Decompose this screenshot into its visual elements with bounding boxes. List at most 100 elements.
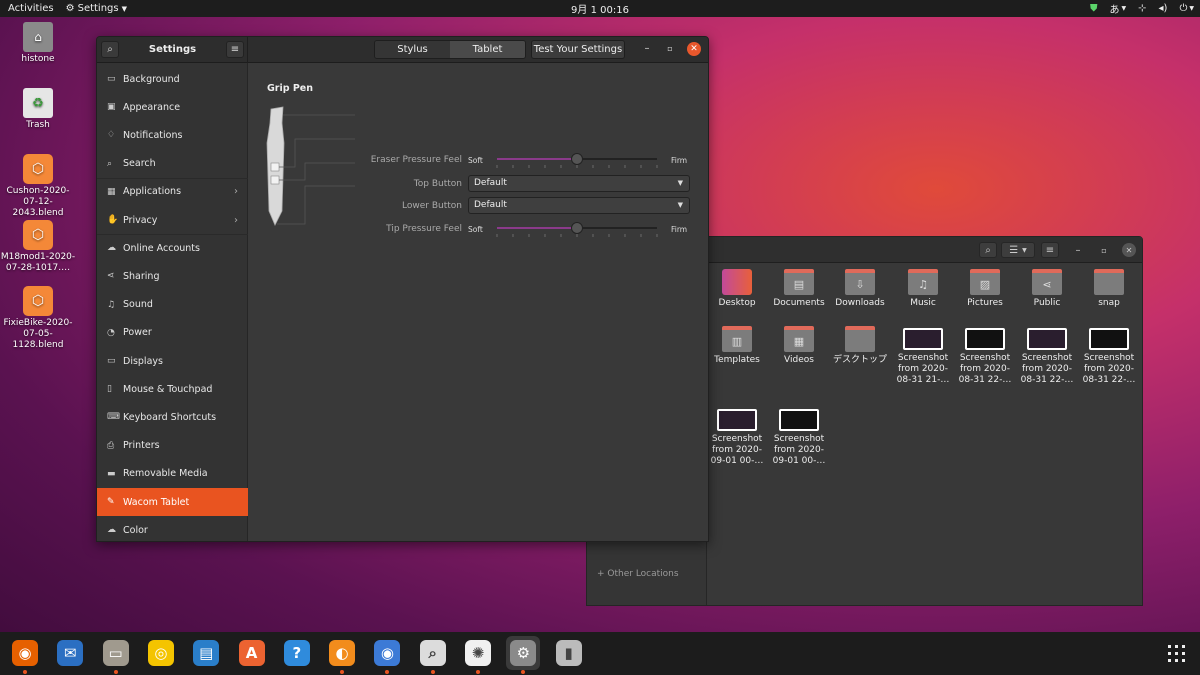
top-button-dropdown[interactable]: Default ▼ <box>468 175 690 192</box>
screenshot-launcher[interactable]: ⌕ <box>416 636 450 674</box>
input-method[interactable]: あ ▼ <box>1110 1 1127 16</box>
writer-launcher[interactable]: ▤ <box>189 636 223 670</box>
running-indicator <box>385 670 390 674</box>
blender-launcher[interactable]: ◐ <box>325 636 359 674</box>
eraser-firm-label: Firm <box>671 156 688 165</box>
software-launcher[interactable]: A <box>235 636 269 670</box>
sidebar-item-removable-media[interactable]: ▬ Removable Media <box>97 460 248 488</box>
sidebar-item-label: Printers <box>123 440 160 452</box>
folder-glyph-icon: ♫ <box>918 277 928 291</box>
sidebar-item-keyboard-shortcuts[interactable]: ⌨ Keyboard Shortcuts <box>97 403 248 431</box>
slider-knob[interactable] <box>571 153 583 165</box>
clock[interactable]: 9月 1 00:16 <box>0 1 1200 16</box>
gimp-launcher[interactable]: ✺ <box>461 636 495 674</box>
sidebar-item-wacom-tablet[interactable]: ✎ Wacom Tablet <box>97 488 248 516</box>
settings-menu-button[interactable]: ≡ <box>226 41 244 58</box>
folder-item[interactable]: デスクトップ <box>830 326 890 366</box>
power-icon[interactable]: ⏻ ▼ <box>1179 3 1194 14</box>
settings-gear-launcher[interactable]: ⚙ <box>506 636 541 674</box>
sidebar-item-label: Color <box>123 524 148 536</box>
sidebar-item-background[interactable]: ▭ Background <box>97 65 248 93</box>
other-locations-item[interactable]: + Other Locations <box>597 569 679 579</box>
activities-button[interactable]: Activities <box>0 3 62 14</box>
usb-icon: ▮ <box>555 640 582 666</box>
folder-item[interactable]: ▤ Documents <box>769 269 829 309</box>
files-launcher[interactable]: ▭ <box>99 636 133 674</box>
maximize-button[interactable]: ▫ <box>663 42 677 56</box>
file-item-screenshot[interactable]: Screenshot from 2020-09-01 00-… <box>707 407 767 467</box>
sidebar-item-appearance[interactable]: ▣ Appearance <box>97 93 248 121</box>
tip-pressure-slider[interactable] <box>493 218 661 240</box>
files-menu-button[interactable]: ≡ <box>1041 242 1059 258</box>
file-item-screenshot[interactable]: Screenshot from 2020-08-31 22-… <box>1079 326 1139 386</box>
folder-item[interactable]: ▦ Videos <box>769 326 829 366</box>
folder-item[interactable]: ⋖ Public <box>1017 269 1077 309</box>
sidebar-item-color[interactable]: ☁ Color <box>97 516 248 541</box>
tab-tablet[interactable]: Tablet <box>450 41 525 58</box>
desktop-icon-trash[interactable]: ♻ Trash <box>0 88 76 131</box>
file-item-screenshot[interactable]: Screenshot from 2020-08-31 22-… <box>1017 326 1077 386</box>
firefox-launcher[interactable]: ◉ <box>8 636 42 674</box>
desktop-icon-histone[interactable]: ⌂ histone <box>0 22 76 65</box>
sidebar-item-printers[interactable]: ⎙ Printers <box>97 432 248 460</box>
caret-down-icon: ▼ <box>121 4 127 13</box>
maximize-button[interactable]: ▫ <box>1097 242 1111 258</box>
network-icon[interactable]: ⊹ <box>1138 3 1146 14</box>
folder-icon: ▥ <box>722 326 752 352</box>
files-view-toggle[interactable]: ☰ ▼ <box>1001 242 1035 258</box>
sidebar-item-sound[interactable]: ♫ Sound <box>97 291 248 319</box>
folder-item[interactable]: Desktop <box>707 269 767 309</box>
desktop-icon-blend-file[interactable]: ⬡ M18mod1-2020-07-28-1017.… <box>0 220 76 274</box>
sidebar-item-applications[interactable]: ▦ Applications › <box>97 178 248 206</box>
folder-icon: ⋖ <box>1032 269 1062 295</box>
sidebar-item-privacy[interactable]: ✋ Privacy › <box>97 206 248 234</box>
help-launcher[interactable]: ? <box>280 636 314 670</box>
files-search-button[interactable]: ⌕ <box>979 242 997 258</box>
desktop-icon-blend-file[interactable]: ⬡ FixieBike-2020-07-05-1128.blend <box>0 286 76 351</box>
desktop-icon-blend-file[interactable]: ⬡ Cushon-2020-07-12-2043.blend <box>0 154 76 219</box>
sidebar-item-power[interactable]: ◔ Power <box>97 319 248 347</box>
sidebar-item-mouse-touchpad[interactable]: ▯ Mouse & Touchpad <box>97 375 248 403</box>
folder-item[interactable]: snap <box>1079 269 1139 309</box>
rhythmbox-launcher[interactable]: ◎ <box>144 636 178 670</box>
sidebar-item-notifications[interactable]: ♢ Notifications <box>97 121 248 149</box>
file-label: Templates <box>714 355 760 365</box>
sidebar-item-search[interactable]: ⌕ Search <box>97 150 248 178</box>
folder-item[interactable]: ▨ Pictures <box>955 269 1015 309</box>
sidebar-item-label: Online Accounts <box>123 242 200 254</box>
file-item-screenshot[interactable]: Screenshot from 2020-08-31 21-… <box>893 326 953 386</box>
minimize-button[interactable]: – <box>1071 242 1085 258</box>
file-item-screenshot[interactable]: Screenshot from 2020-09-01 00-… <box>769 407 829 467</box>
settings-search-button[interactable]: ⌕ <box>101 41 119 58</box>
test-your-settings-button[interactable]: Test Your Settings <box>531 40 625 59</box>
eraser-pressure-slider[interactable] <box>493 149 661 171</box>
slider-knob[interactable] <box>571 222 583 234</box>
sidebar-item-online-accounts[interactable]: ☁ Online Accounts <box>97 234 248 262</box>
folder-item[interactable]: ▥ Templates <box>707 326 767 366</box>
thunderbird-launcher[interactable]: ✉ <box>53 636 87 670</box>
eraser-soft-label: Soft <box>468 156 483 165</box>
folder-item[interactable]: ⇩ Downloads <box>830 269 890 309</box>
display-icon: ▭ <box>107 356 116 366</box>
top-bar: Activities ⚙ Settings ▼ 9月 1 00:16 ⛊ あ ▼ … <box>0 0 1200 17</box>
image-thumbnail-icon <box>903 328 943 350</box>
lower-button-dropdown[interactable]: Default ▼ <box>468 197 690 214</box>
files-close-button[interactable]: ✕ <box>1122 243 1136 257</box>
chromium-launcher[interactable]: ◉ <box>370 636 404 674</box>
folder-item[interactable]: ♫ Music <box>893 269 953 309</box>
caret-down-icon: ▼ <box>1121 5 1127 12</box>
app-menu[interactable]: ⚙ Settings ▼ <box>66 3 127 14</box>
settings-close-button[interactable]: ✕ <box>687 42 701 56</box>
tab-stylus[interactable]: Stylus <box>375 41 450 58</box>
sidebar-item-label: Keyboard Shortcuts <box>123 411 217 423</box>
tip-soft-label: Soft <box>468 225 483 234</box>
usb-launcher[interactable]: ▮ <box>552 636 586 670</box>
sidebar-item-displays[interactable]: ▭ Displays <box>97 347 248 375</box>
volume-icon[interactable]: ◂) <box>1159 3 1168 14</box>
file-item-screenshot[interactable]: Screenshot from 2020-08-31 22-… <box>955 326 1015 386</box>
shield-icon[interactable]: ⛊ <box>1090 3 1098 14</box>
sidebar-item-sharing[interactable]: ⋖ Sharing <box>97 262 248 290</box>
minimize-button[interactable]: – <box>640 42 654 56</box>
show-applications-button[interactable] <box>1166 643 1186 663</box>
bell-icon: ♢ <box>107 130 116 141</box>
